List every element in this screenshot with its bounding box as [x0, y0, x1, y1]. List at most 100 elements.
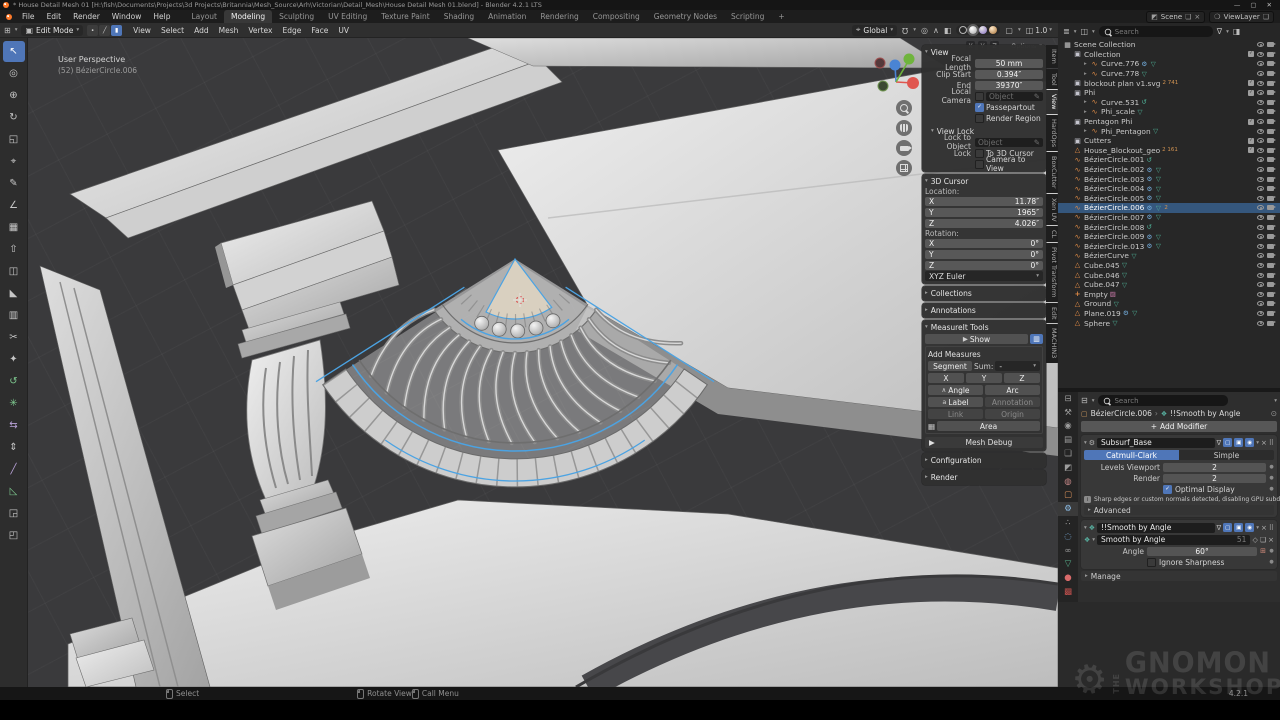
tool-button[interactable]	[3, 415, 25, 436]
scene-selector[interactable]: ◩ Scene ❏ ×	[1146, 11, 1205, 23]
node-tree-icon[interactable]: ❖	[1084, 536, 1090, 544]
outliner-row[interactable]: ▸ BézierCircle.003 ⚙ ▽ ↺ ▨ ✓	[1058, 174, 1280, 184]
solid-shading-icon[interactable]	[969, 26, 977, 34]
viewport-menu-item[interactable]: Mesh	[215, 26, 243, 35]
hide-eye-icon[interactable]	[1257, 90, 1264, 95]
viewport-menu-item[interactable]: Select	[157, 26, 188, 35]
disable-render-camera-icon[interactable]	[1267, 109, 1274, 114]
outliner-filter-icon[interactable]: ∇	[1217, 27, 1222, 36]
tool-button[interactable]	[3, 481, 25, 502]
close-modifier-icon[interactable]: ×	[1261, 524, 1267, 532]
properties-tab[interactable]	[1058, 585, 1078, 599]
drag-handle-icon[interactable]: ⠿	[1269, 439, 1274, 447]
tool-button[interactable]	[3, 283, 25, 304]
new-scene-icon[interactable]: ❏	[1185, 13, 1191, 21]
hide-eye-icon[interactable]	[1257, 196, 1264, 201]
lock-to-cursor-checkbox[interactable]	[975, 149, 984, 158]
properties-filter-icon[interactable]: ⊟	[1081, 396, 1088, 405]
origin-button[interactable]: Origin	[985, 409, 1040, 419]
hide-eye-icon[interactable]	[1257, 292, 1264, 297]
disable-render-camera-icon[interactable]	[1267, 253, 1274, 258]
hide-eye-icon[interactable]	[1257, 301, 1264, 306]
outliner-row[interactable]: ▸ BézierCircle.009 ⚙ ▽ ↺ ▨ ✓	[1058, 232, 1280, 242]
disable-render-camera-icon[interactable]	[1267, 119, 1274, 124]
material-shading-icon[interactable]	[979, 26, 987, 34]
menu-item[interactable]: Window	[106, 12, 148, 21]
hide-eye-icon[interactable]	[1257, 119, 1264, 124]
outliner-item-label[interactable]: Cube.046	[1084, 271, 1120, 280]
driver-icon[interactable]: ⊞	[1260, 547, 1266, 555]
viewport-menu-item[interactable]: UV	[334, 26, 353, 35]
hide-eye-icon[interactable]	[1257, 81, 1264, 86]
outliner-row[interactable]: ▸ BézierCircle.002 ⚙ ▽ ↺ ▨ ✓	[1058, 165, 1280, 175]
outliner-item-label[interactable]: BézierCircle.004	[1084, 184, 1144, 193]
face-select-button[interactable]: ▮	[111, 25, 122, 36]
vertex-group-filter-icon[interactable]: ∇	[1217, 524, 1222, 532]
viewlayer-selector[interactable]: ❍ ViewLayer ❏	[1209, 11, 1274, 23]
hide-eye-icon[interactable]	[1257, 148, 1264, 153]
annotation-button[interactable]: Annotation	[985, 397, 1040, 407]
passepartout-checkbox[interactable]: ✓	[975, 103, 984, 112]
outliner-row[interactable]: ▸ blockout plan v1.svg ⚙ ▽ ↺ ▨ 2 741 ✓	[1058, 78, 1280, 88]
outliner-row[interactable]: ▸ BézierCircle.006 ⚙ ▽ ↺ ▨ 2 ✓	[1058, 203, 1280, 213]
close-button[interactable]: ✕	[1267, 1, 1272, 9]
n-panel-tab[interactable]: Tool	[1046, 69, 1058, 90]
outliner-row[interactable]: ▸ BézierCircle.005 ⚙ ▽ ↺ ▨ ✓	[1058, 194, 1280, 204]
tool-button[interactable]	[3, 393, 25, 414]
outliner-row[interactable]: ▸ Cutters ⚙ ▽ ↺ ▨ ✓	[1058, 136, 1280, 146]
realtime-toggle-icon[interactable]: ▣	[1234, 523, 1243, 532]
vertex-group-filter-icon[interactable]: ∇	[1217, 439, 1222, 447]
fade-inactive-control[interactable]: ◫ 1.0 ▾	[1026, 26, 1052, 35]
outliner-item-label[interactable]: Scene Collection	[1074, 40, 1135, 49]
disable-render-camera-icon[interactable]	[1267, 157, 1274, 162]
outliner-item-label[interactable]: Curve.531	[1101, 98, 1139, 107]
disable-render-camera-icon[interactable]	[1267, 244, 1274, 249]
tool-button[interactable]	[3, 173, 25, 194]
menu-item[interactable]: File	[16, 12, 41, 21]
properties-tab[interactable]	[1058, 489, 1078, 503]
focal-length-field[interactable]: 50 mm	[975, 59, 1043, 68]
disable-render-camera-icon[interactable]	[1267, 186, 1274, 191]
hide-eye-icon[interactable]	[1257, 244, 1264, 249]
outliner-row[interactable]: ▸ Curve.776 ⚙ ▽ ↺ ▨ ✓	[1058, 59, 1280, 69]
pan-hand-icon[interactable]	[896, 120, 912, 136]
sum-dropdown[interactable]: -▾	[995, 361, 1040, 371]
hide-eye-icon[interactable]	[1257, 52, 1264, 57]
levels-viewport-field[interactable]: 2	[1163, 463, 1266, 472]
render-panel[interactable]: ▸Render	[922, 470, 1046, 485]
disable-render-camera-icon[interactable]	[1267, 215, 1274, 220]
hide-eye-icon[interactable]	[1257, 109, 1264, 114]
workspace-tab[interactable]: Geometry Nodes	[647, 10, 724, 23]
exclude-checkbox[interactable]: ✓	[1248, 51, 1254, 57]
exclude-checkbox[interactable]: ✓	[1248, 138, 1254, 144]
exclude-checkbox[interactable]: ✓	[1248, 90, 1254, 96]
tool-button[interactable]	[3, 437, 25, 458]
tool-button[interactable]	[3, 41, 25, 62]
properties-tab[interactable]	[1058, 530, 1078, 544]
outliner-row[interactable]: ▸ Empty ⚙ ▽ ↺ ▨ ✓	[1058, 289, 1280, 299]
viewport-menu-item[interactable]: Face	[307, 26, 332, 35]
add-modifier-button[interactable]: +Add Modifier	[1081, 421, 1277, 432]
cursor-location-field[interactable]: Y1965″	[925, 208, 1043, 217]
tool-button[interactable]	[3, 261, 25, 282]
render-region-checkbox[interactable]	[975, 114, 984, 123]
cursor-rotation-field[interactable]: X0°	[925, 239, 1043, 248]
configuration-panel[interactable]: ▸Configuration	[922, 453, 1046, 468]
tool-button[interactable]	[3, 371, 25, 392]
outliner-display-mode-icon[interactable]: ◫	[1080, 27, 1088, 36]
tool-button[interactable]	[3, 195, 25, 216]
blender-menu-icon[interactable]	[6, 14, 12, 20]
hide-eye-icon[interactable]	[1257, 129, 1264, 134]
modifier-extras-icon[interactable]: ▾	[1256, 525, 1259, 531]
outliner-item-label[interactable]: Phi	[1084, 88, 1095, 97]
modifier-extras-icon[interactable]: ▾	[1256, 440, 1259, 446]
exclude-checkbox[interactable]: ✓	[1248, 147, 1254, 153]
outliner-item-label[interactable]: Cube.047	[1084, 280, 1120, 289]
outliner-row[interactable]: ▸ Phi ⚙ ▽ ↺ ▨ ✓	[1058, 88, 1280, 98]
hide-eye-icon[interactable]	[1257, 263, 1264, 268]
orientation-dropdown[interactable]: ⌖ Global ▾	[852, 25, 897, 36]
edge-select-button[interactable]: ╱	[99, 25, 110, 36]
euler-dropdown[interactable]: XYZ Euler▾	[925, 271, 1043, 281]
mode-dropdown[interactable]: ▣ Edit Mode ▾	[21, 25, 83, 36]
n-panel-tab[interactable]: Xen UV	[1046, 194, 1058, 226]
